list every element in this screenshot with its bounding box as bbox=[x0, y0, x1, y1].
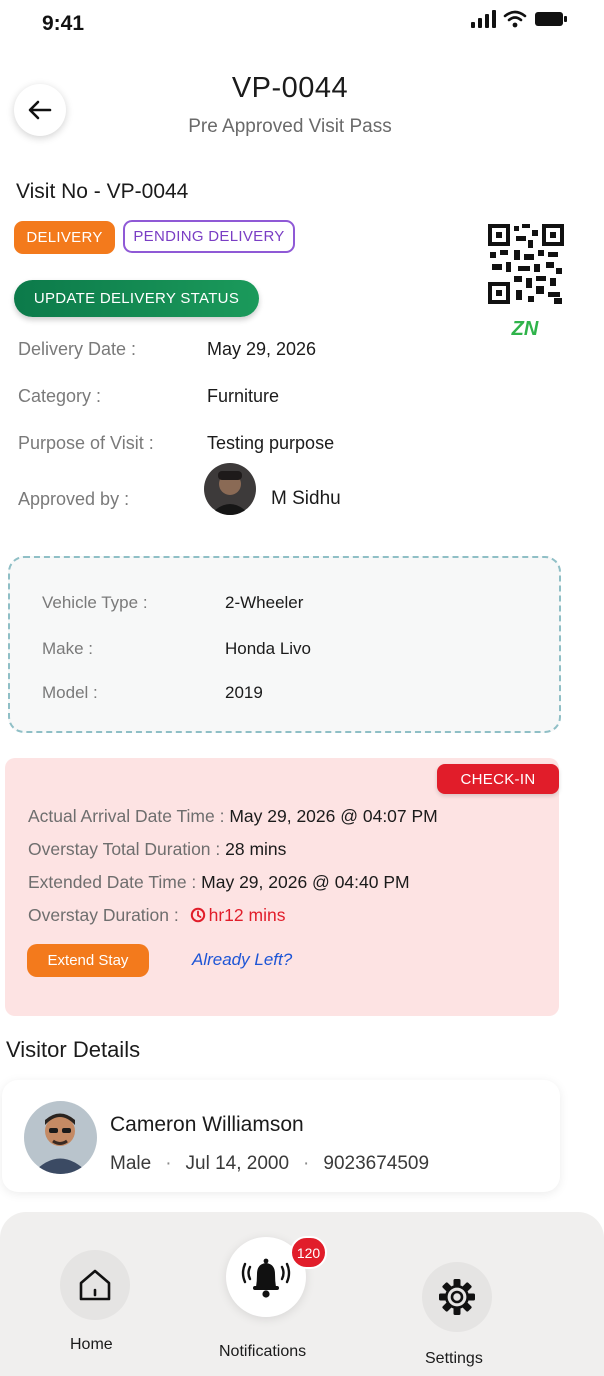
purpose-label: Purpose of Visit : bbox=[18, 433, 154, 453]
approved-by-label: Approved by : bbox=[18, 489, 130, 509]
clock-alert-icon bbox=[190, 907, 205, 923]
page-subtitle: Pre Approved Visit Pass bbox=[188, 116, 392, 137]
gear-icon bbox=[439, 1279, 475, 1315]
battery-icon bbox=[535, 12, 567, 26]
status-icons bbox=[470, 10, 568, 28]
visitor-dob: Jul 14, 2000 bbox=[185, 1153, 290, 1174]
qr-code-icon[interactable] bbox=[488, 224, 564, 304]
update-delivery-status-button[interactable]: UPDATE DELIVERY STATUS bbox=[14, 280, 259, 317]
page-title: VP-0044 bbox=[231, 72, 349, 104]
arrival-value: May 29, 2026 @ 04:07 PM bbox=[229, 806, 438, 826]
purpose-value: Testing purpose bbox=[207, 433, 335, 453]
vehicle-make-value: Honda Livo bbox=[225, 639, 312, 658]
extended-label: Extended Date Time : bbox=[28, 872, 202, 892]
visitor-gender: Male bbox=[110, 1153, 152, 1174]
overstay-total-value: 28 mins bbox=[225, 839, 287, 859]
visit-number: Visit No - VP-0044 bbox=[16, 180, 189, 203]
visitor-phone: 9023674509 bbox=[323, 1153, 430, 1174]
home-icon bbox=[79, 1269, 111, 1301]
header: VP-0044 Pre Approved Visit Pass bbox=[0, 66, 604, 146]
overstay-duration-row: Overstay Duration : hr12 mins bbox=[28, 905, 285, 926]
signal-icon bbox=[471, 10, 496, 28]
arrival-row: Actual Arrival Date Time : May 29, 2026 … bbox=[28, 806, 438, 827]
visitor-meta: Male · Jul 14, 2000 · 9023674509 bbox=[110, 1153, 429, 1175]
nav-settings-button[interactable] bbox=[422, 1262, 492, 1332]
vehicle-type-label: Vehicle Type : bbox=[42, 593, 148, 612]
zone-code: ZN bbox=[511, 318, 539, 340]
extended-row: Extended Date Time : May 29, 2026 @ 04:4… bbox=[28, 872, 410, 893]
extended-value: May 29, 2026 @ 04:40 PM bbox=[201, 872, 410, 892]
visit-type-badge: DELIVERY bbox=[14, 221, 115, 254]
vehicle-make-label: Make : bbox=[42, 639, 94, 658]
nav-settings-label[interactable]: Settings bbox=[425, 1350, 483, 1368]
checkin-badge: CHECK-IN bbox=[437, 764, 559, 794]
delivery-date-value: May 29, 2026 bbox=[207, 339, 317, 359]
vehicle-model-label: Model : bbox=[42, 683, 98, 702]
visitor-details-heading: Visitor Details bbox=[6, 1037, 141, 1062]
overstay-duration-label: Overstay Duration : bbox=[28, 905, 184, 925]
bell-icon bbox=[241, 1258, 291, 1298]
vehicle-details-card: Vehicle Type : 2-Wheeler Make : Honda Li… bbox=[8, 556, 561, 733]
category-value: Furniture bbox=[207, 386, 280, 406]
extend-stay-button[interactable]: Extend Stay bbox=[27, 944, 149, 977]
vehicle-type-value: 2-Wheeler bbox=[225, 593, 304, 612]
approver-name: M Sidhu bbox=[271, 488, 341, 509]
nav-home-label[interactable]: Home bbox=[70, 1336, 113, 1354]
already-left-link[interactable]: Already Left? bbox=[192, 950, 292, 970]
status-time: 9:41 bbox=[42, 12, 85, 35]
wifi-icon bbox=[503, 10, 527, 28]
nav-notifications-label[interactable]: Notifications bbox=[219, 1343, 306, 1361]
visitor-avatar bbox=[24, 1101, 97, 1174]
arrival-label: Actual Arrival Date Time : bbox=[28, 806, 230, 826]
notification-count-badge: 120 bbox=[290, 1236, 327, 1269]
separator-dot: · bbox=[303, 1153, 310, 1174]
status-bar: 9:41 bbox=[0, 0, 604, 46]
approver-avatar bbox=[204, 463, 256, 515]
vehicle-model-value: 2019 bbox=[225, 683, 263, 702]
category-label: Category : bbox=[18, 386, 102, 406]
overstay-total-label: Overstay Total Duration : bbox=[28, 839, 226, 859]
nav-home-button[interactable] bbox=[60, 1250, 130, 1320]
visit-status-badge: PENDING DELIVERY bbox=[123, 220, 295, 253]
overstay-duration-value: hr12 mins bbox=[208, 905, 286, 925]
separator-dot: · bbox=[165, 1153, 172, 1174]
delivery-date-label: Delivery Date : bbox=[18, 339, 137, 359]
overstay-total-row: Overstay Total Duration : 28 mins bbox=[28, 839, 286, 860]
visitor-name: Cameron Williamson bbox=[110, 1113, 304, 1136]
